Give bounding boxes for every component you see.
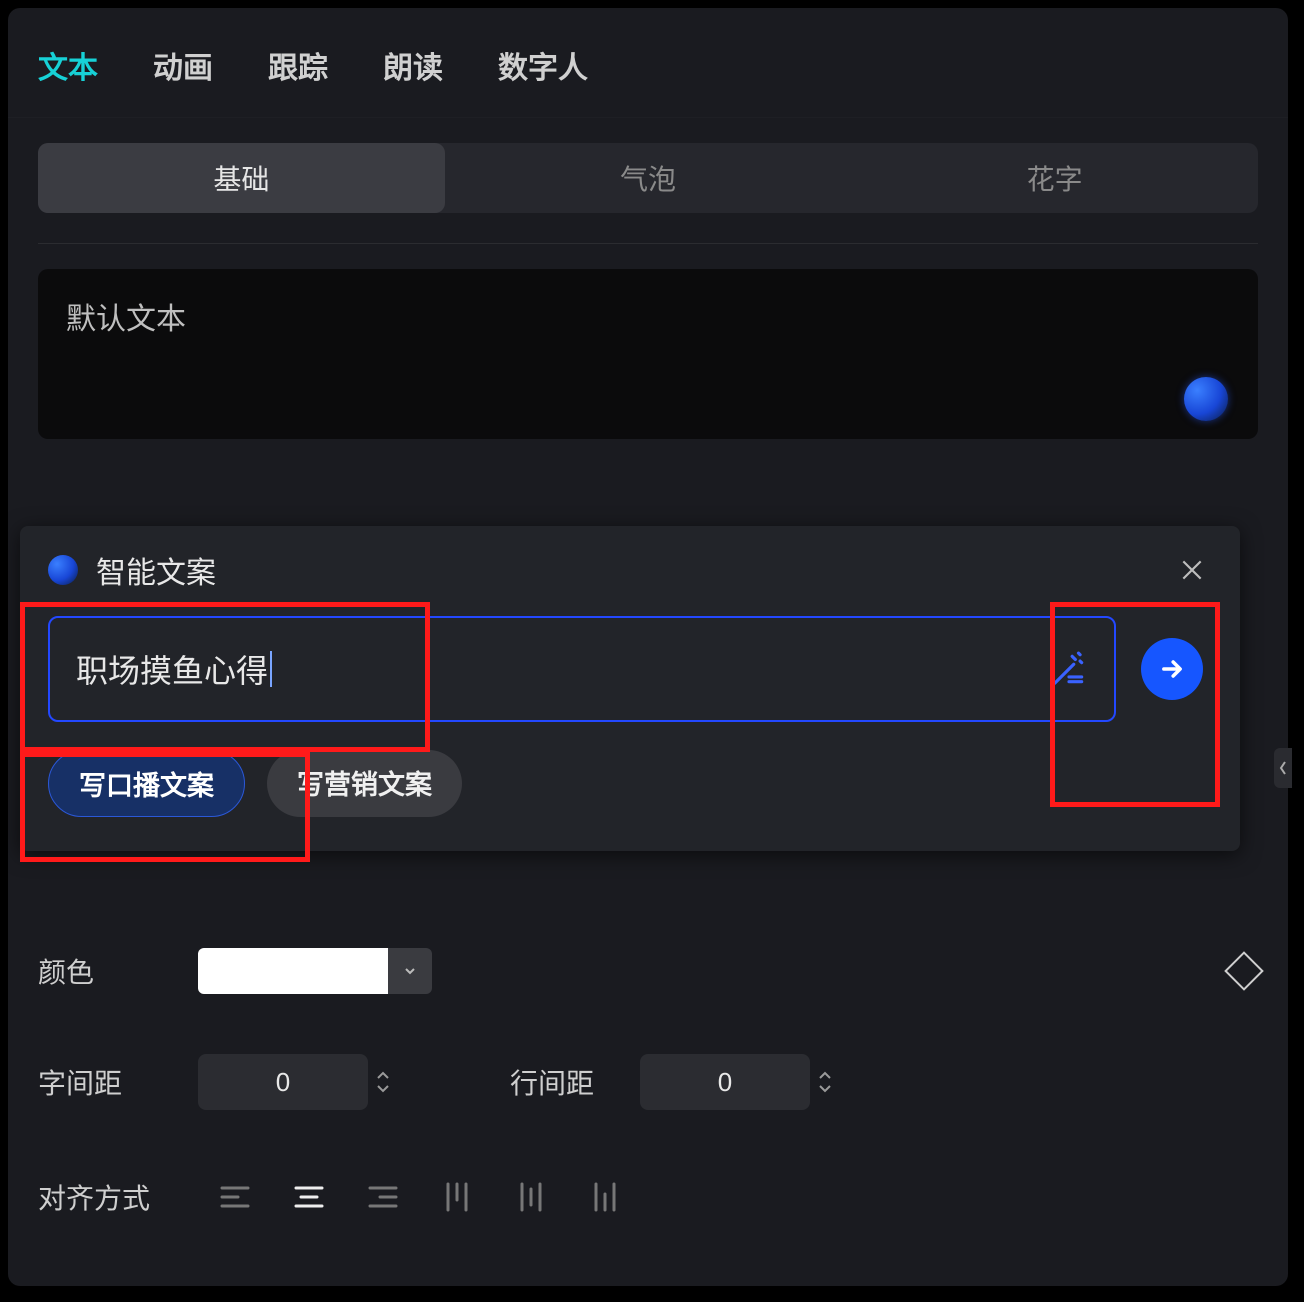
color-swatch[interactable] — [198, 948, 388, 994]
align-vertical-center-button[interactable] — [504, 1170, 558, 1224]
popup-header: 智能文案 — [48, 548, 1212, 592]
spacing-row: 字间距 0 行间距 0 — [38, 1054, 1258, 1110]
tab-text[interactable]: 文本 — [38, 43, 98, 87]
text-content-input[interactable]: 默认文本 — [38, 269, 1258, 439]
letter-spacing-stepper[interactable] — [376, 1054, 410, 1110]
line-spacing-label: 行间距 — [510, 1062, 640, 1102]
arrow-right-icon — [1158, 655, 1186, 683]
send-button[interactable] — [1132, 616, 1212, 722]
color-row: 颜色 — [38, 948, 1258, 994]
ai-orb-icon[interactable] — [1184, 377, 1228, 421]
color-dropdown[interactable] — [388, 948, 432, 994]
text-caret — [270, 651, 272, 687]
tab-animation[interactable]: 动画 — [153, 43, 213, 87]
align-vertical-left-button[interactable] — [430, 1170, 484, 1224]
line-spacing-stepper[interactable] — [818, 1054, 852, 1110]
smart-copy-popup: 智能文案 职场摸鱼心得 — [20, 526, 1240, 851]
text-content-value: 默认文本 — [66, 303, 186, 336]
tab-read-aloud[interactable]: 朗读 — [383, 43, 443, 87]
chevron-down-icon — [376, 1084, 390, 1094]
divider — [38, 243, 1258, 244]
keyframe-diamond-icon[interactable] — [1224, 951, 1264, 991]
alignment-label: 对齐方式 — [38, 1177, 198, 1217]
chip-voiceover-copy[interactable]: 写口播文案 — [48, 750, 245, 817]
chevron-down-icon — [402, 963, 418, 979]
align-left-button[interactable] — [208, 1170, 262, 1224]
close-icon[interactable] — [1172, 550, 1212, 590]
magic-wand-icon[interactable] — [1050, 650, 1088, 688]
align-vertical-right-button[interactable] — [578, 1170, 632, 1224]
tab-tracking[interactable]: 跟踪 — [268, 43, 328, 87]
chip-marketing-copy[interactable]: 写营销文案 — [267, 750, 462, 817]
alignment-row: 对齐方式 — [38, 1170, 1258, 1224]
letter-spacing-input[interactable]: 0 — [198, 1054, 368, 1110]
subtab-fancy[interactable]: 花字 — [851, 143, 1258, 213]
align-center-button[interactable] — [282, 1170, 336, 1224]
text-controls: 颜色 字间距 0 行间距 0 对齐方式 — [38, 948, 1258, 1284]
chevron-down-icon — [818, 1084, 832, 1094]
text-panel: 文本 动画 跟踪 朗读 数字人 基础 气泡 花字 默认文本 智能文案 — [8, 8, 1288, 1286]
template-chips: 写口播文案 写营销文案 — [48, 750, 1212, 817]
tab-digital-human[interactable]: 数字人 — [498, 43, 588, 87]
sub-tabs: 基础 气泡 花字 — [38, 143, 1258, 213]
prompt-input[interactable]: 职场摸鱼心得 — [48, 616, 1116, 722]
letter-spacing-label: 字间距 — [38, 1062, 198, 1102]
popup-title: 智能文案 — [96, 548, 216, 592]
chevron-up-icon — [818, 1070, 832, 1080]
subtab-bubble[interactable]: 气泡 — [445, 143, 852, 213]
chevron-up-icon — [376, 1070, 390, 1080]
panel-collapse-handle[interactable] — [1274, 748, 1292, 788]
color-label: 颜色 — [38, 951, 198, 991]
subtab-basic[interactable]: 基础 — [38, 143, 445, 213]
ai-orb-small-icon — [48, 555, 78, 585]
prompt-row: 职场摸鱼心得 — [48, 616, 1212, 722]
line-spacing-input[interactable]: 0 — [640, 1054, 810, 1110]
top-tabs: 文本 动画 跟踪 朗读 数字人 — [8, 8, 1288, 118]
align-right-button[interactable] — [356, 1170, 410, 1224]
prompt-input-value: 职场摸鱼心得 — [76, 646, 268, 692]
